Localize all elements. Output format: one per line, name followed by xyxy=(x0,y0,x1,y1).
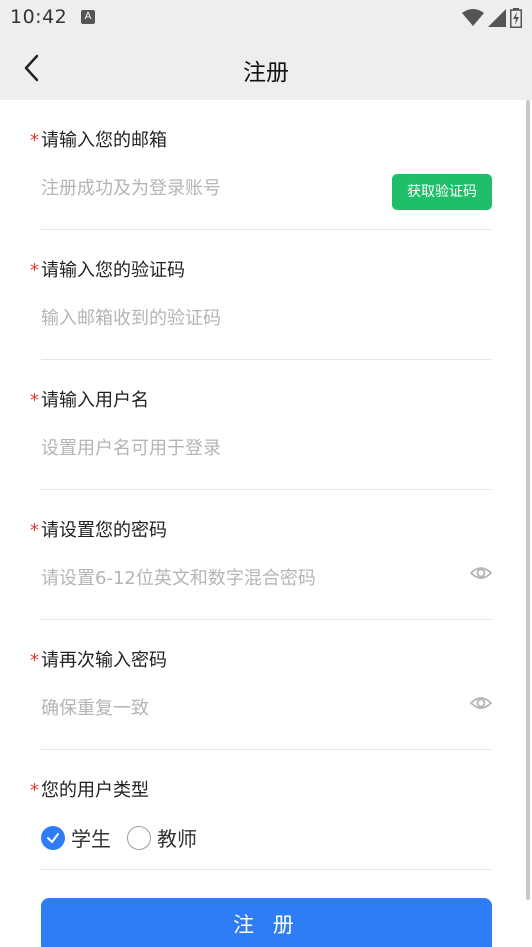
username-label: * 请输入用户名 xyxy=(30,390,149,411)
radio-teacher-label: 教师 xyxy=(157,827,197,851)
status-icons xyxy=(462,7,522,29)
username-input[interactable] xyxy=(41,438,461,459)
radio-teacher[interactable]: 教师 xyxy=(127,823,197,852)
notification-icon: A xyxy=(81,10,95,24)
username-field-group: * 请输入用户名 xyxy=(0,360,532,490)
app-bar: 注册 xyxy=(0,36,532,100)
password-field-group: * 请设置您的密码 xyxy=(0,490,532,620)
user-type-group: * 您的用户类型 学生 教师 xyxy=(0,750,532,870)
code-input[interactable] xyxy=(41,308,461,329)
register-button[interactable]: 注 册 xyxy=(41,898,492,947)
email-input[interactable] xyxy=(41,178,381,199)
required-mark: * xyxy=(30,780,39,801)
eye-icon[interactable] xyxy=(470,562,492,584)
required-mark: * xyxy=(30,260,39,281)
user-type-options: 学生 教师 xyxy=(41,823,213,852)
user-type-label: * 您的用户类型 xyxy=(30,780,149,801)
signal-icon xyxy=(488,9,506,27)
required-mark: * xyxy=(30,390,39,411)
get-code-button[interactable]: 获取验证码 xyxy=(392,174,492,210)
radio-checked-icon xyxy=(41,825,65,850)
radio-student[interactable]: 学生 xyxy=(41,823,111,852)
divider xyxy=(41,869,492,870)
eye-icon[interactable] xyxy=(470,692,492,714)
required-mark: * xyxy=(30,520,39,541)
status-bar: 10:42 A xyxy=(0,0,532,36)
required-mark: * xyxy=(30,130,39,151)
battery-icon xyxy=(510,8,522,28)
page-title: 注册 xyxy=(243,60,289,86)
radio-student-label: 学生 xyxy=(71,827,111,851)
password-input[interactable] xyxy=(41,568,461,589)
status-time: 10:42 xyxy=(10,6,68,28)
password-label: * 请设置您的密码 xyxy=(30,520,167,541)
confirm-field-group: * 请再次输入密码 xyxy=(0,620,532,750)
wifi-icon xyxy=(462,9,484,26)
email-label: * 请输入您的邮箱 xyxy=(30,130,167,151)
required-mark: * xyxy=(30,650,39,671)
email-field-group: *请输入您的邮箱 获取验证码 xyxy=(0,100,532,230)
radio-unchecked-icon xyxy=(127,825,151,850)
code-label: * 请输入您的验证码 xyxy=(30,260,185,281)
check-icon xyxy=(47,832,59,843)
confirm-label: * 请再次输入密码 xyxy=(30,650,167,671)
confirm-password-input[interactable] xyxy=(41,698,461,719)
code-field-group: * 请输入您的验证码 xyxy=(0,230,532,360)
